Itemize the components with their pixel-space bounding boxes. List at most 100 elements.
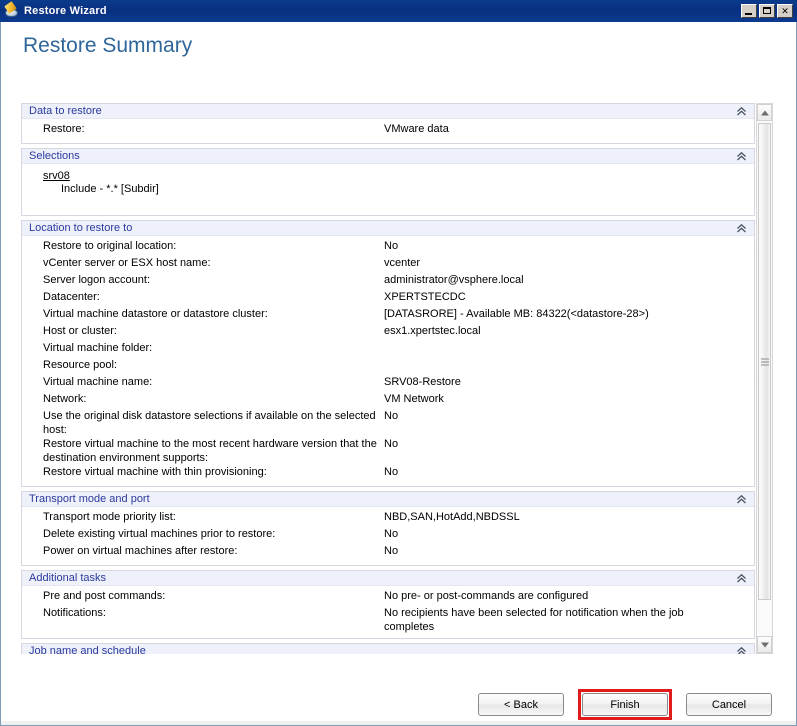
summary-row: Pre and post commands: No pre- or post-co… [22, 589, 750, 606]
row-value: VM Network [384, 393, 444, 405]
section-header[interactable]: Selections [22, 148, 754, 164]
footer-bottom-edge [1, 721, 796, 725]
section-header[interactable]: Location to restore to [22, 220, 754, 236]
section-title: Selections [29, 150, 80, 162]
row-value: administrator@vsphere.local [384, 274, 524, 286]
finish-button[interactable]: Finish [582, 693, 668, 716]
row-label: Virtual machine folder: [43, 342, 153, 354]
section-title: Data to restore [29, 105, 102, 117]
row-label: Notifications: [43, 607, 106, 619]
window-body: Restore Summary Data to restore Restore:… [0, 22, 797, 726]
window-title: Restore Wizard [24, 5, 107, 17]
finish-button-highlight: Finish [578, 689, 672, 720]
caret-up-icon [760, 110, 769, 115]
row-label: Power on virtual machines after restore: [43, 545, 238, 557]
row-value: No [384, 528, 399, 540]
summary-area: Data to restore Restore: VMware data Sel… [21, 103, 773, 654]
window-controls: ✕ [741, 4, 797, 18]
summary-row: Power on virtual machines after restore:… [22, 544, 750, 561]
selection-spacer [22, 197, 750, 211]
footer-button-row: < Back Finish Cancel [478, 689, 772, 720]
left-edge-strip [1, 22, 8, 725]
section-body: srv08 Include - *.* [Subdir] [22, 164, 754, 215]
row-label: Server logon account: [43, 274, 151, 286]
summary-row: Notifications: No recipients have been se… [22, 606, 750, 634]
chevron-double-up-icon[interactable] [735, 105, 748, 118]
scrollbar-up-button[interactable] [757, 104, 772, 121]
row-label: Restore: [43, 123, 85, 135]
close-button[interactable]: ✕ [777, 4, 793, 18]
row-label: Restore to original location: [43, 240, 177, 252]
section-body: Transport mode priority list: NBD,SAN,Hot… [22, 507, 754, 565]
minimize-button[interactable] [741, 4, 757, 18]
cancel-button[interactable]: Cancel [686, 693, 772, 716]
selection-include-rule: Include - *.* [Subdir] [61, 183, 159, 195]
summary-row: Resource pool: [22, 358, 750, 375]
row-value: No [384, 545, 399, 557]
selection-source-name[interactable]: srv08 [43, 170, 70, 182]
restore-wizard-icon [4, 1, 20, 19]
section-body: Restore to original location: No vCenter … [22, 236, 754, 486]
row-value: XPERTSTECDC [384, 291, 466, 303]
summary-row: Server logon account: administrator@vsphe… [22, 273, 750, 290]
summary-scroll-panel[interactable]: Data to restore Restore: VMware data Sel… [21, 103, 755, 654]
scrollbar-down-button[interactable] [757, 636, 772, 653]
row-label: Virtual machine name: [43, 376, 153, 388]
back-button[interactable]: < Back [478, 693, 564, 716]
section-header[interactable]: Transport mode and port [22, 491, 754, 507]
summary-row: Transport mode priority list: NBD,SAN,Hot… [22, 510, 750, 527]
row-value: SRV08-Restore [384, 376, 461, 388]
row-label: Restore virtual machine to the most rece… [43, 438, 377, 464]
section-body: Pre and post commands: No pre- or post-co… [22, 586, 754, 638]
chevron-double-up-icon[interactable] [735, 572, 748, 585]
summary-row: Delete existing virtual machines prior t… [22, 527, 750, 544]
page-title: Restore Summary [23, 34, 193, 57]
row-value: vcenter [384, 257, 421, 269]
summary-row: vCenter server or ESX host name: vcenter [22, 256, 750, 273]
chevron-double-up-icon[interactable] [735, 493, 748, 506]
row-label: Delete existing virtual machines prior t… [43, 528, 276, 540]
row-value: No recipients have been selected for not… [384, 607, 684, 633]
summary-content: Data to restore Restore: VMware data Sel… [21, 103, 755, 654]
row-value: NBD,SAN,HotAdd,NBDSSL [384, 511, 520, 523]
row-label: Virtual machine datastore or datastore c… [43, 308, 268, 320]
section-header[interactable]: Data to restore [22, 103, 754, 119]
selection-node: srv08 Include - *.* [Subdir] [22, 167, 750, 197]
summary-row: Virtual machine datastore or datastore c… [22, 307, 750, 324]
chevron-double-up-icon[interactable] [735, 150, 748, 163]
section-body: Restore: VMware data [22, 119, 754, 143]
row-label: Network: [43, 393, 87, 405]
summary-row: Restore virtual machine with thin provis… [22, 465, 750, 482]
chevron-double-up-icon[interactable] [735, 645, 748, 654]
maximize-button[interactable] [759, 4, 775, 18]
scrollbar-thumb[interactable] [758, 123, 771, 600]
section-title: Additional tasks [29, 572, 107, 584]
row-value: No [384, 410, 399, 422]
section-data-to-restore: Data to restore Restore: VMware data [21, 103, 755, 144]
row-value: [DATASRORE] - Available MB: 84322(<datas… [384, 308, 649, 320]
summary-row: Restore virtual machine to the most rece… [22, 437, 750, 465]
row-value: No [384, 438, 399, 450]
row-value: VMware data [384, 123, 449, 135]
summary-scrollbar[interactable] [756, 103, 773, 654]
row-value: No [384, 240, 399, 252]
section-header[interactable]: Additional tasks [22, 570, 754, 586]
summary-row: Restore to original location: No [22, 239, 750, 256]
section-additional-tasks: Additional tasks Pre and post commands: N… [21, 570, 755, 639]
section-job-name-and-schedule: Job name and schedule Name:SRV08-Restore [21, 643, 755, 654]
section-selections: Selections srv08 Include - *.* [Subdir] [21, 148, 755, 216]
section-title: Location to restore to [29, 222, 133, 234]
summary-row: Virtual machine folder: [22, 341, 750, 358]
summary-row: Restore: VMware data [22, 122, 750, 139]
section-transport-mode-and-port: Transport mode and port Transport mode p… [21, 491, 755, 566]
dialog-footer: < Back Finish Cancel [1, 677, 796, 725]
caret-down-icon [760, 642, 769, 647]
row-label: Resource pool: [43, 359, 117, 371]
row-value: No pre- or post-commands are configured [384, 590, 589, 602]
section-header[interactable]: Job name and schedule [22, 643, 754, 654]
summary-row: Datacenter: XPERTSTECDC [22, 290, 750, 307]
row-label: Restore virtual machine with thin provis… [43, 466, 267, 478]
chevron-double-up-icon[interactable] [735, 222, 748, 235]
row-label: Use the original disk datastore selectio… [43, 410, 376, 436]
scrollbar-track[interactable] [757, 121, 772, 636]
